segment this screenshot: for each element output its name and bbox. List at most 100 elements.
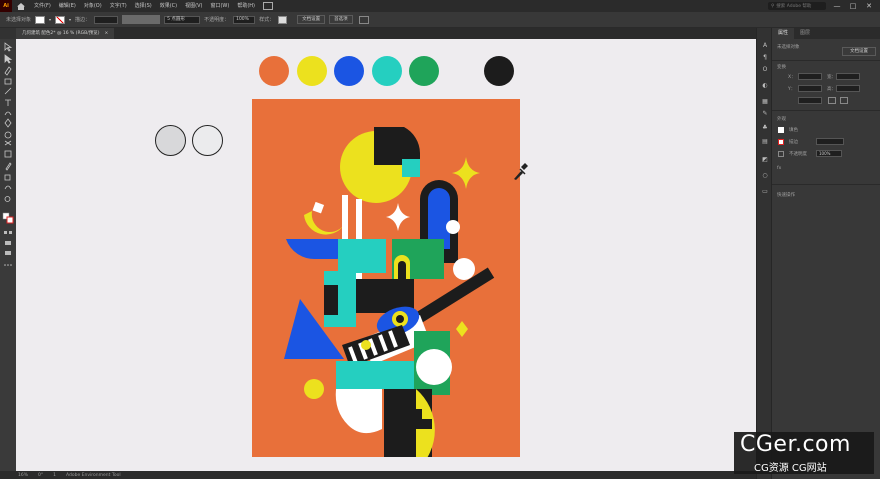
opentype-icon[interactable]: O: [761, 66, 769, 73]
x-field[interactable]: [798, 73, 822, 80]
layers-icon[interactable]: ◩: [761, 156, 769, 163]
palette-swatch-black[interactable]: [484, 56, 514, 86]
palette-swatch-yellow[interactable]: [297, 56, 327, 86]
watermark-subtitle: CG资源 CG网站: [754, 463, 827, 474]
shape-builder-tool-icon: [4, 131, 12, 139]
hand-tool-icon: [4, 185, 12, 190]
home-icon[interactable]: [12, 0, 30, 12]
align-icon[interactable]: ▤: [761, 138, 769, 145]
brush-definition-select[interactable]: 5 点圆形: [164, 15, 201, 24]
menu-view[interactable]: 视图(V): [181, 0, 206, 12]
opacity-label: 不透明度: [789, 152, 807, 157]
appearance-icon[interactable]: ▭: [761, 188, 769, 195]
flip-vertical-icon[interactable]: [840, 97, 848, 104]
type-tool-icon: [5, 99, 11, 106]
color-icon[interactable]: ◐: [761, 82, 769, 89]
stroke-weight-field[interactable]: [94, 15, 119, 24]
help-search-input[interactable]: ⚲ 搜索 Adobe 帮助: [768, 2, 826, 10]
y-label: Y：: [788, 87, 796, 92]
menu-type[interactable]: 文字(T): [106, 0, 131, 12]
close-tab-icon[interactable]: ×: [105, 28, 109, 39]
style-swatch[interactable]: [278, 15, 288, 24]
x-label: X：: [788, 75, 796, 80]
rotate-tool-icon: [4, 111, 12, 116]
preferences-button[interactable]: 首选项: [329, 15, 353, 24]
menu-effect[interactable]: 效果(C): [156, 0, 181, 12]
outline-circle-gray[interactable]: [155, 125, 186, 156]
opacity-field[interactable]: 100%: [233, 15, 256, 24]
properties-tabs: 属性 图层: [772, 28, 880, 39]
geometric-illustration: [284, 127, 495, 471]
tab-layers[interactable]: 图层: [794, 28, 816, 39]
watermark-logo-text: CGer.com: [740, 432, 851, 457]
swatches-icon[interactable]: ▦: [761, 98, 769, 105]
minimize-button[interactable]: —: [832, 1, 842, 11]
menu-help[interactable]: 帮助(H): [233, 0, 259, 12]
style-label: 样式：: [259, 17, 275, 23]
stroke-label: 描边：: [75, 17, 91, 23]
character-icon[interactable]: A: [761, 42, 769, 49]
document-setup-button[interactable]: 文档设置: [297, 15, 326, 24]
stroke-weight-panel-field[interactable]: [816, 138, 844, 145]
opacity-panel-field[interactable]: 100%: [816, 150, 842, 157]
quick-actions-heading: 快速操作: [777, 193, 795, 198]
transparency-icon[interactable]: ○: [761, 172, 769, 179]
tab-properties[interactable]: 属性: [772, 28, 795, 39]
width-label: 宽：: [827, 75, 836, 80]
transform-heading: 变换: [777, 65, 786, 70]
outline-circle-white[interactable]: [192, 125, 223, 156]
direct-selection-tool-icon: [4, 54, 13, 64]
fill-swatch[interactable]: [35, 15, 46, 24]
document-tab-bar: 几何建筑 配色2* @ 16 % (RGB/预览) ×: [16, 28, 756, 39]
flip-horizontal-icon[interactable]: [828, 97, 836, 104]
chevron-down-icon[interactable]: ▾: [69, 17, 71, 22]
watermark: CGer.com CG资源 CG网站: [734, 432, 874, 474]
artboard[interactable]: [252, 99, 520, 471]
document-setup-panel-button[interactable]: 文档设置: [842, 47, 876, 56]
menu-bar: Ai 文件(F) 编辑(E) 对象(O) 文字(T) 选择(S) 效果(C) 视…: [0, 0, 880, 12]
brushes-icon[interactable]: ✎: [761, 110, 769, 117]
draw-mode-icon: [5, 241, 11, 245]
fx-icon[interactable]: fx: [777, 166, 781, 171]
symbols-icon[interactable]: ♣: [761, 124, 769, 131]
rotation-field[interactable]: [798, 97, 822, 104]
paragraph-icon[interactable]: ¶: [761, 54, 769, 61]
menu-file[interactable]: 文件(F): [30, 0, 55, 12]
eyedropper-cursor-icon: [514, 163, 528, 180]
arrange-documents-icon[interactable]: [358, 15, 369, 24]
menu-edit[interactable]: 编辑(E): [55, 0, 80, 12]
height-field[interactable]: [836, 85, 860, 92]
illustrator-logo: Ai: [0, 0, 12, 12]
menu-object[interactable]: 对象(O): [80, 0, 106, 12]
chevron-down-icon[interactable]: ▾: [49, 17, 51, 22]
workspace-switcher-icon[interactable]: [263, 2, 273, 10]
artboard-number[interactable]: 1: [53, 473, 56, 478]
zoom-level[interactable]: 16%: [18, 473, 28, 478]
artboard-tool-icon: [4, 174, 11, 181]
gradient-tool-icon: [4, 150, 12, 158]
fill-indicator[interactable]: [778, 127, 784, 133]
maximize-button[interactable]: □: [848, 1, 858, 11]
y-field[interactable]: [798, 85, 822, 92]
stroke-swatch[interactable]: [55, 15, 66, 24]
menu-window[interactable]: 窗口(W): [206, 0, 233, 12]
variable-width-profile[interactable]: [122, 15, 161, 24]
search-icon: ⚲: [771, 3, 775, 9]
more-tools-icon: [4, 264, 6, 266]
palette-swatch-teal[interactable]: [372, 56, 402, 86]
canvas[interactable]: [16, 39, 756, 471]
palette-swatch-green[interactable]: [409, 56, 439, 86]
width-field[interactable]: [836, 73, 860, 80]
pen-tool-icon: [4, 66, 12, 76]
palette-swatch-blue[interactable]: [334, 56, 364, 86]
stroke-indicator[interactable]: [778, 139, 784, 145]
rotation-angle[interactable]: 0°: [38, 473, 43, 478]
panel-icon-strip: A ¶ O ◐ ▦ ✎ ♣ ▤ ◩ ○ ▭: [756, 28, 772, 479]
tool-icons: [2, 42, 14, 266]
close-window-button[interactable]: ✕: [864, 1, 874, 11]
menu-select[interactable]: 选择(S): [131, 0, 156, 12]
scissors-tool-icon: [4, 140, 12, 146]
eyedropper-tool-icon: [5, 162, 12, 171]
document-tab[interactable]: 几何建筑 配色2* @ 16 % (RGB/预览) ×: [16, 28, 115, 39]
palette-swatch-orange[interactable]: [259, 56, 289, 86]
